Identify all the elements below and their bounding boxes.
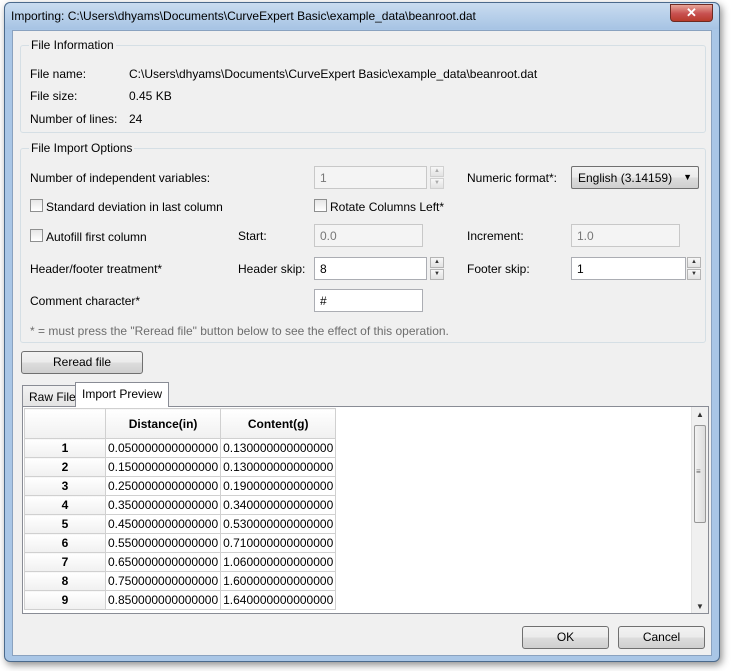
- table-row: 7 0.650000000000000 1.060000000000000: [24, 552, 337, 572]
- scroll-up-icon[interactable]: ▲: [696, 410, 704, 419]
- numeric-format-select[interactable]: English (3.14159) ▼: [571, 166, 699, 189]
- file-import-options-title: File Import Options: [29, 141, 135, 155]
- row-header[interactable]: 4: [24, 495, 106, 515]
- increment-label: Increment:: [467, 229, 524, 243]
- footer-skip-input[interactable]: [571, 257, 686, 280]
- spin-down-icon[interactable]: ▼: [687, 269, 701, 280]
- row-header[interactable]: 5: [24, 514, 106, 534]
- vertical-scrollbar[interactable]: ▲ ≡ ▼: [691, 407, 708, 613]
- independent-variables-input[interactable]: [314, 166, 427, 189]
- number-of-lines-label: Number of lines:: [30, 112, 118, 126]
- autofill-first-column-checkbox[interactable]: [30, 229, 43, 242]
- row-header[interactable]: 7: [24, 552, 106, 572]
- table-row: 5 0.450000000000000 0.530000000000000: [24, 514, 337, 534]
- independent-variables-spinner[interactable]: ▲ ▼: [430, 166, 444, 189]
- tab-raw-file[interactable]: Raw File: [22, 385, 83, 407]
- table-cell[interactable]: 0.190000000000000: [220, 476, 337, 496]
- file-name-label: File name:: [30, 67, 87, 81]
- footer-skip-label: Footer skip:: [467, 262, 530, 276]
- row-header[interactable]: 2: [24, 457, 106, 477]
- tab-import-preview[interactable]: Import Preview: [75, 382, 170, 407]
- table-row: 6 0.550000000000000 0.710000000000000: [24, 533, 337, 553]
- start-label: Start:: [238, 229, 267, 243]
- file-information-title: File Information: [29, 38, 116, 52]
- table-corner[interactable]: [24, 408, 106, 439]
- spin-up-icon[interactable]: ▲: [430, 257, 444, 268]
- preview-table: Distance(in) Content(g) 1 0.0500000000000…: [24, 408, 337, 610]
- import-preview-grid[interactable]: Distance(in) Content(g) 1 0.0500000000000…: [22, 406, 709, 614]
- column-header-distance[interactable]: Distance(in): [104, 408, 222, 439]
- standard-deviation-checkbox[interactable]: [30, 199, 43, 212]
- footer-skip-spinner[interactable]: ▲ ▼: [687, 257, 701, 280]
- close-button[interactable]: ✕: [670, 4, 713, 22]
- spin-down-icon[interactable]: ▼: [430, 269, 444, 280]
- comment-character-input[interactable]: [314, 289, 423, 312]
- file-import-options-group: File Import Options Number of independen…: [20, 141, 706, 343]
- table-row: 4 0.350000000000000 0.340000000000000: [24, 495, 337, 515]
- table-cell[interactable]: 0.850000000000000: [104, 590, 222, 610]
- increment-input[interactable]: [571, 224, 680, 247]
- reread-file-button[interactable]: Reread file: [21, 351, 143, 374]
- standard-deviation-label[interactable]: Standard deviation in last column: [46, 200, 223, 214]
- independent-variables-label: Number of independent variables:: [30, 171, 211, 185]
- table-row: 9 0.850000000000000 1.640000000000000: [24, 590, 337, 610]
- spin-down-icon[interactable]: ▼: [430, 178, 444, 189]
- chevron-down-icon: ▼: [683, 172, 692, 182]
- title-bar[interactable]: Importing: C:\Users\dhyams\Documents\Cur…: [5, 3, 719, 29]
- cancel-button[interactable]: Cancel: [618, 626, 705, 649]
- table-cell[interactable]: 0.530000000000000: [220, 514, 337, 534]
- row-header[interactable]: 6: [24, 533, 106, 553]
- column-header-content[interactable]: Content(g): [220, 408, 337, 439]
- autofill-first-column-label[interactable]: Autofill first column: [46, 230, 147, 244]
- table-cell[interactable]: 0.750000000000000: [104, 571, 222, 591]
- row-header[interactable]: 8: [24, 571, 106, 591]
- start-input[interactable]: [314, 224, 423, 247]
- table-cell[interactable]: 1.060000000000000: [220, 552, 337, 572]
- table-cell[interactable]: 0.650000000000000: [104, 552, 222, 572]
- table-row: 1 0.050000000000000 0.130000000000000: [24, 438, 337, 458]
- reread-note: * = must press the "Reread file" button …: [30, 324, 449, 338]
- table-cell[interactable]: 0.340000000000000: [220, 495, 337, 515]
- number-of-lines-value: 24: [129, 112, 143, 126]
- file-information-group: File Information File name: C:\Users\dhy…: [20, 38, 706, 133]
- table-cell[interactable]: 0.350000000000000: [104, 495, 222, 515]
- row-header[interactable]: 1: [24, 438, 106, 458]
- table-cell[interactable]: 0.150000000000000: [104, 457, 222, 477]
- table-cell[interactable]: 1.600000000000000: [220, 571, 337, 591]
- scroll-down-icon[interactable]: ▼: [696, 602, 704, 611]
- table-cell[interactable]: 0.130000000000000: [220, 457, 337, 477]
- window-title: Importing: C:\Users\dhyams\Documents\Cur…: [11, 9, 476, 23]
- rotate-columns-checkbox[interactable]: [314, 199, 327, 212]
- table-cell[interactable]: 0.130000000000000: [220, 438, 337, 458]
- header-skip-input[interactable]: [314, 257, 427, 280]
- table-cell[interactable]: 0.050000000000000: [104, 438, 222, 458]
- numeric-format-value: English (3.14159): [578, 171, 673, 185]
- ok-button[interactable]: OK: [522, 626, 609, 649]
- table-row: 3 0.250000000000000 0.190000000000000: [24, 476, 337, 496]
- table-cell[interactable]: 0.710000000000000: [220, 533, 337, 553]
- numeric-format-label: Numeric format*:: [467, 171, 558, 185]
- table-cell[interactable]: 0.550000000000000: [104, 533, 222, 553]
- row-header[interactable]: 3: [24, 476, 106, 496]
- spin-up-icon[interactable]: ▲: [430, 166, 444, 177]
- comment-character-label: Comment character*: [30, 294, 141, 308]
- dialog-body: File Information File name: C:\Users\dhy…: [12, 30, 712, 656]
- table-row: 8 0.750000000000000 1.600000000000000: [24, 571, 337, 591]
- rotate-columns-label[interactable]: Rotate Columns Left*: [330, 200, 444, 214]
- file-size-value: 0.45 KB: [129, 89, 172, 103]
- file-name-value: C:\Users\dhyams\Documents\CurveExpert Ba…: [129, 67, 538, 81]
- header-footer-treatment-label: Header/footer treatment*: [30, 262, 163, 276]
- table-row: 2 0.150000000000000 0.130000000000000: [24, 457, 337, 477]
- header-skip-spinner[interactable]: ▲ ▼: [430, 257, 444, 280]
- file-size-label: File size:: [30, 89, 78, 103]
- spin-up-icon[interactable]: ▲: [687, 257, 701, 268]
- import-dialog: Importing: C:\Users\dhyams\Documents\Cur…: [4, 2, 720, 662]
- table-cell[interactable]: 0.450000000000000: [104, 514, 222, 534]
- table-cell[interactable]: 0.250000000000000: [104, 476, 222, 496]
- header-skip-label: Header skip:: [238, 262, 306, 276]
- row-header[interactable]: 9: [24, 590, 106, 610]
- grip-icon: ≡: [696, 467, 701, 476]
- table-cell[interactable]: 1.640000000000000: [220, 590, 337, 610]
